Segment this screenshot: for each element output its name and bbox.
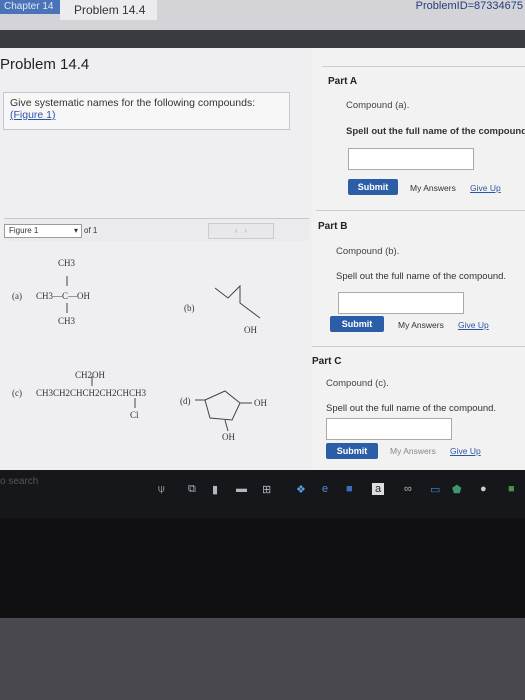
url-fragment: ProblemID=87334675 <box>415 0 523 12</box>
compound-b-label: (b) <box>184 303 195 313</box>
divider <box>322 66 525 67</box>
part-c-compound: Compound (c). <box>326 378 389 389</box>
compound-c-top: CH2OH <box>75 370 106 380</box>
part-c-answer-input[interactable] <box>326 418 452 440</box>
browser-screen: Chapter 14 Problem 14.4 ProblemID=873346… <box>0 0 525 470</box>
part-a-compound: Compound (a). <box>346 100 410 111</box>
shield-icon[interactable]: ⬟ <box>452 483 462 496</box>
part-b-compound: Compound (b). <box>336 246 400 257</box>
dark-toolbar <box>0 30 525 48</box>
part-b-my-answers-link[interactable]: My Answers <box>398 320 444 330</box>
breadcrumb-chapter[interactable]: Chapter 14 <box>0 0 66 14</box>
windows-taskbar: o search ⍦ ⧉ ▮ ▬ ⊞ ❖ e ■ a ∞ ▭ ⬟ ● ■ <box>0 470 525 518</box>
part-c-label: Part C <box>312 356 342 367</box>
store-icon[interactable]: ⊞ <box>262 483 271 496</box>
part-b-label: Part B <box>318 221 348 232</box>
part-c-give-up-link[interactable]: Give Up <box>450 446 481 456</box>
amazon-icon[interactable]: a <box>372 483 385 495</box>
part-c-instruction: Spell out the full name of the compound. <box>326 403 497 414</box>
part-a-my-answers-link[interactable]: My Answers <box>410 183 456 193</box>
compound-c-formula: CH3CH2CHCH2CH2CHCH3 <box>36 388 147 398</box>
divider <box>316 210 525 211</box>
app-icon[interactable]: ■ <box>346 483 353 495</box>
part-b-answer-input[interactable] <box>338 292 464 314</box>
part-b-submit-button[interactable]: Submit <box>330 316 384 332</box>
compound-a-label: (a) <box>12 291 22 301</box>
search-placeholder: o search <box>0 476 39 487</box>
answer-panel: Part A Compound (a). Spell out the full … <box>312 48 525 470</box>
file-explorer-icon[interactable]: ▬ <box>236 483 247 495</box>
edge-icon[interactable]: ▮ <box>212 483 218 496</box>
part-a-answer-input[interactable] <box>348 148 474 170</box>
edge-browser-icon[interactable]: e <box>322 483 328 495</box>
mail-icon[interactable]: ▭ <box>430 483 440 496</box>
taskbar-search[interactable]: o search <box>0 476 170 487</box>
top-bar: Chapter 14 Problem 14.4 ProblemID=873346… <box>0 0 525 31</box>
microphone-icon[interactable]: ⍦ <box>158 483 165 496</box>
infinity-icon[interactable]: ∞ <box>404 483 412 495</box>
part-a-instruction: Spell out the full name of the compound. <box>346 126 525 137</box>
divider <box>312 346 525 347</box>
part-c-my-answers-link[interactable]: My Answers <box>390 446 436 456</box>
problem-panel: Problem 14.4 Give systematic names for t… <box>0 48 315 470</box>
app-tile-icon[interactable]: ■ <box>508 483 515 495</box>
part-a-submit-button[interactable]: Submit <box>348 179 398 195</box>
compound-c-label: (c) <box>12 388 22 398</box>
compound-d-label: (d) <box>180 396 191 406</box>
compound-d-oh1: OH <box>254 398 267 408</box>
compound-a-bottom: CH3 <box>58 316 76 326</box>
part-b-instruction: Spell out the full name of the compound. <box>336 271 507 282</box>
chemical-structures <box>66 276 261 432</box>
compound-d-oh2: OH <box>222 432 235 442</box>
part-b-give-up-link[interactable]: Give Up <box>458 320 489 330</box>
part-c-submit-button[interactable]: Submit <box>326 443 378 459</box>
part-a-give-up-link[interactable]: Give Up <box>470 183 501 193</box>
chrome-icon[interactable]: ● <box>480 483 487 495</box>
compound-a-formula: CH3—C—OH <box>36 291 91 301</box>
keyboard-area <box>0 618 525 700</box>
part-a-label: Part A <box>328 76 358 87</box>
compound-a-top: CH3 <box>58 258 76 268</box>
compound-c-bottom: Cl <box>130 410 139 420</box>
task-view-icon[interactable]: ⧉ <box>188 483 196 496</box>
compound-b-oh: OH <box>244 325 257 335</box>
dropbox-icon[interactable]: ❖ <box>296 483 306 496</box>
breadcrumb-problem[interactable]: Problem 14.4 <box>60 0 158 20</box>
